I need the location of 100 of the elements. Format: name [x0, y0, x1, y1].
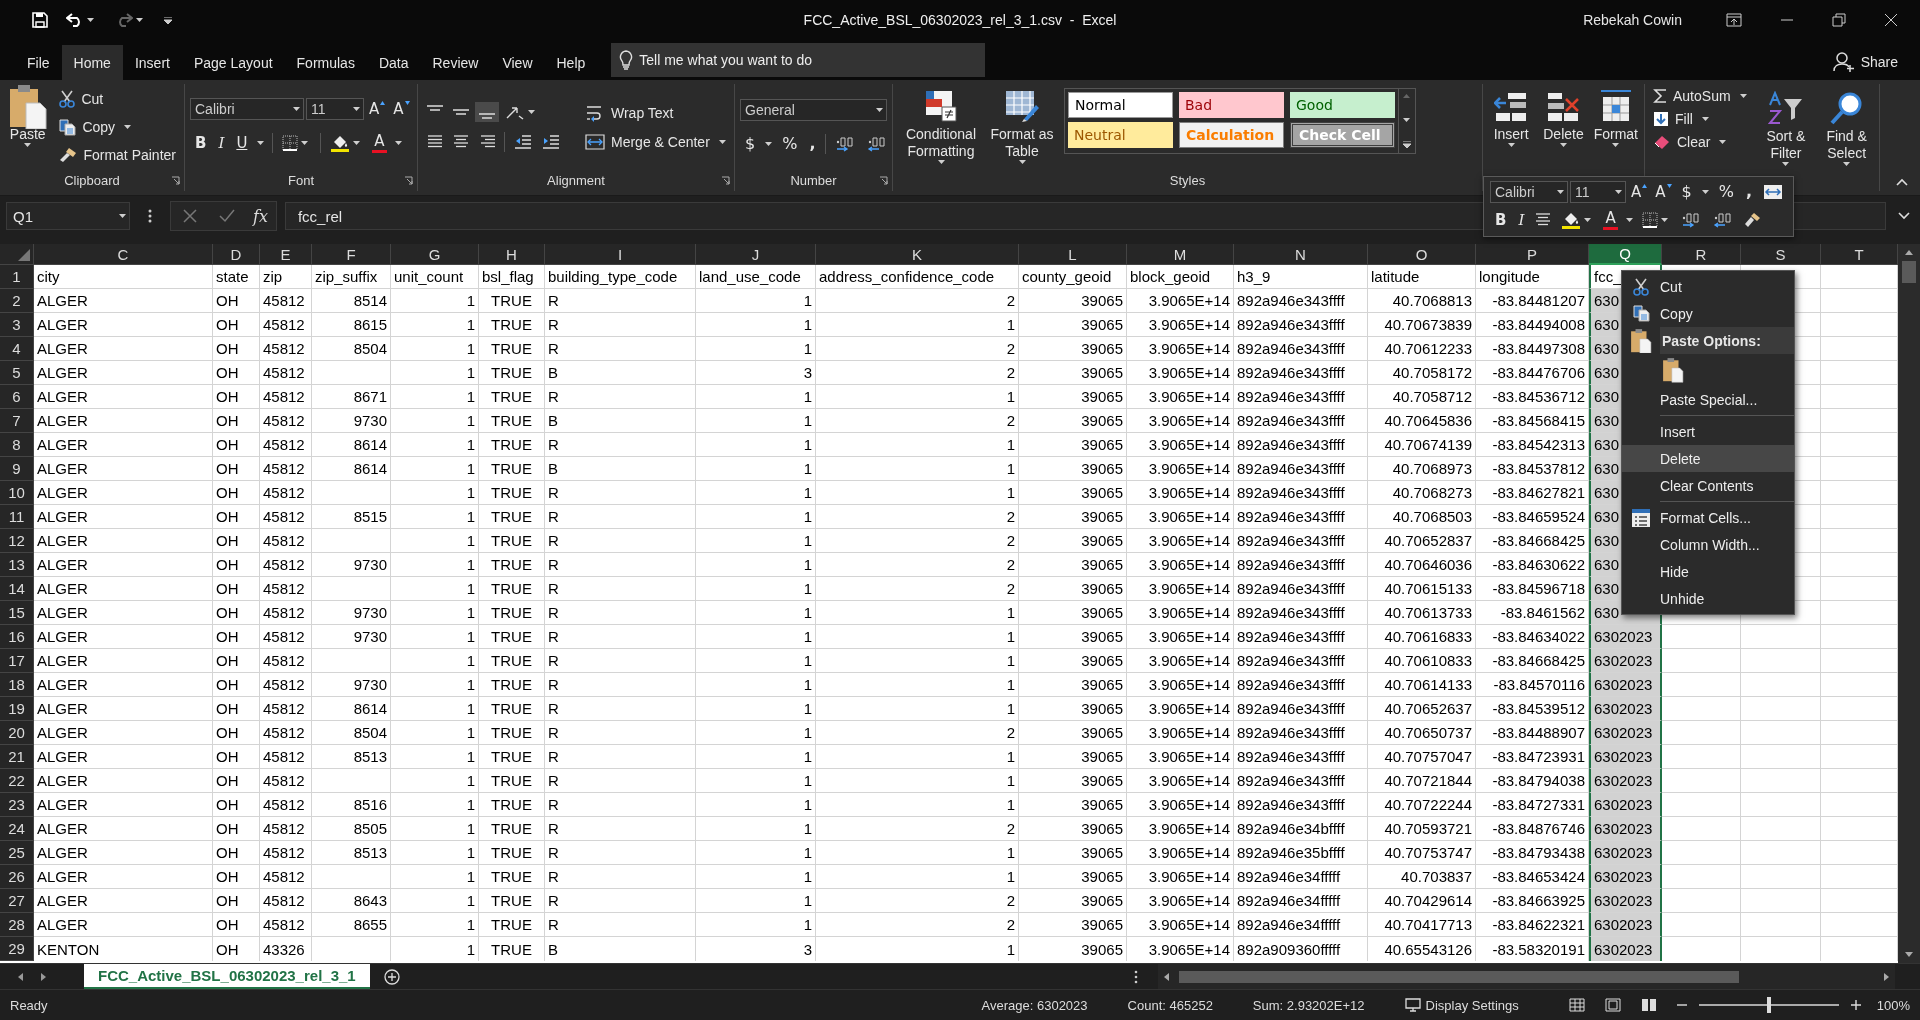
- format-button[interactable]: Format: [1592, 84, 1639, 147]
- column-header[interactable]: K: [816, 244, 1019, 265]
- format-as-table-button[interactable]: Format as Table: [990, 84, 1054, 164]
- sort-filter-button[interactable]: Sort & Filter: [1758, 86, 1814, 166]
- dialog-launcher-icon[interactable]: [879, 176, 888, 185]
- row-header[interactable]: 5: [0, 361, 34, 385]
- row-header[interactable]: 18: [0, 673, 34, 697]
- ribbon-tab[interactable]: Help: [544, 45, 598, 80]
- italic-button[interactable]: I: [1513, 208, 1530, 231]
- bold-button[interactable]: B: [1490, 208, 1512, 231]
- column-header[interactable]: G: [391, 244, 479, 265]
- row-header[interactable]: 3: [0, 313, 34, 337]
- menu-item[interactable]: Hide: [1660, 558, 1794, 585]
- font-size-dropdown[interactable]: 11: [306, 98, 364, 120]
- bold-button[interactable]: B: [190, 131, 212, 154]
- column-header[interactable]: C: [34, 244, 213, 265]
- row-header[interactable]: 21: [0, 745, 34, 769]
- zoom-slider-thumb[interactable]: [1766, 997, 1771, 1013]
- column-header[interactable]: N: [1234, 244, 1368, 265]
- ribbon-tab[interactable]: Review: [420, 45, 491, 80]
- menu-item[interactable]: Insert: [1660, 418, 1794, 445]
- percent-button[interactable]: %: [1713, 181, 1739, 203]
- zoom-level[interactable]: 100%: [1876, 997, 1910, 1013]
- ribbon-tab[interactable]: Home: [61, 45, 123, 80]
- row-header[interactable]: 26: [0, 865, 34, 889]
- display-settings-button[interactable]: Display Settings: [1404, 997, 1519, 1013]
- autosum-button[interactable]: AutoSum: [1650, 86, 1753, 106]
- row-header[interactable]: 23: [0, 793, 34, 817]
- row-header[interactable]: 24: [0, 817, 34, 841]
- ribbon-tab[interactable]: Data: [366, 45, 421, 80]
- row-header[interactable]: 9: [0, 457, 34, 481]
- menu-item[interactable]: Delete: [1622, 445, 1794, 472]
- row-header[interactable]: 25: [0, 841, 34, 865]
- horizontal-scrollbar[interactable]: [1158, 964, 1895, 989]
- column-header[interactable]: E: [260, 244, 312, 265]
- font-name-dropdown[interactable]: Calibri: [1490, 181, 1568, 203]
- row-header[interactable]: 16: [0, 625, 34, 649]
- dialog-launcher-icon[interactable]: [404, 176, 413, 185]
- font-color-button[interactable]: A: [1600, 207, 1621, 232]
- fill-button[interactable]: Fill: [1650, 109, 1753, 129]
- dialog-launcher-icon[interactable]: [171, 176, 180, 185]
- decrease-font-button[interactable]: A: [1652, 181, 1675, 203]
- dialog-launcher-icon[interactable]: [721, 176, 730, 185]
- column-header[interactable]: I: [545, 244, 696, 265]
- menu-item[interactable]: Column Width...: [1660, 531, 1794, 558]
- ribbon-tab[interactable]: Formulas: [284, 45, 367, 80]
- row-header[interactable]: 27: [0, 889, 34, 913]
- scroll-thumb[interactable]: [1902, 261, 1916, 283]
- row-header[interactable]: 28: [0, 913, 34, 937]
- insert-function-button[interactable]: fx: [253, 206, 268, 226]
- font-size-dropdown[interactable]: 11: [1570, 181, 1626, 203]
- copy-button[interactable]: Copy: [56, 117, 179, 138]
- row-header[interactable]: 2: [0, 289, 34, 313]
- clear-button[interactable]: Clear: [1650, 132, 1753, 152]
- row-header[interactable]: 15: [0, 601, 34, 625]
- scroll-thumb[interactable]: [1179, 970, 1739, 983]
- row-header[interactable]: 12: [0, 529, 34, 553]
- ribbon-tab[interactable]: Page Layout: [181, 45, 285, 80]
- column-header[interactable]: T: [1821, 244, 1898, 265]
- merge-center-button[interactable]: Merge & Center: [582, 131, 732, 152]
- menu-item[interactable]: Cut: [1660, 273, 1794, 300]
- italic-button[interactable]: I: [213, 131, 230, 154]
- column-header[interactable]: D: [213, 244, 260, 265]
- search-field[interactable]: Tell me what you want to do: [611, 43, 986, 77]
- cell-style-tile[interactable]: Normal: [1068, 92, 1173, 118]
- row-header[interactable]: 14: [0, 577, 34, 601]
- cell-style-tile[interactable]: Good: [1290, 92, 1395, 118]
- name-box[interactable]: Q1: [6, 202, 130, 230]
- column-header[interactable]: S: [1741, 244, 1821, 265]
- row-header[interactable]: 8: [0, 433, 34, 457]
- find-select-button[interactable]: Find & Select: [1819, 86, 1874, 166]
- row-header[interactable]: 7: [0, 409, 34, 433]
- menu-item[interactable]: Paste Special...: [1660, 386, 1794, 413]
- column-header[interactable]: M: [1127, 244, 1234, 265]
- column-header[interactable]: J: [696, 244, 816, 265]
- column-header[interactable]: O: [1368, 244, 1476, 265]
- cell-style-tile[interactable]: Bad: [1179, 92, 1284, 118]
- ribbon-tab[interactable]: Insert: [122, 45, 182, 80]
- row-header[interactable]: 19: [0, 697, 34, 721]
- percent-button[interactable]: %: [777, 132, 803, 155]
- conditional-formatting-button[interactable]: Conditional Formatting: [898, 84, 984, 164]
- share-button[interactable]: Share: [1832, 44, 1920, 80]
- paste-button[interactable]: Paste: [5, 84, 51, 147]
- menu-item[interactable]: Copy: [1660, 300, 1794, 327]
- vertical-scrollbar[interactable]: [1898, 244, 1920, 963]
- row-header[interactable]: 13: [0, 553, 34, 577]
- column-header[interactable]: F: [312, 244, 391, 265]
- row-header[interactable]: 20: [0, 721, 34, 745]
- number-format-dropdown[interactable]: General: [740, 98, 887, 121]
- align-bottom-button[interactable]: [475, 101, 499, 122]
- sheet-tab[interactable]: FCC_Active_BSL_06302023_rel_3_1: [84, 964, 370, 989]
- row-header[interactable]: 10: [0, 481, 34, 505]
- currency-button[interactable]: $: [1676, 181, 1697, 203]
- menu-item[interactable]: Unhide: [1660, 585, 1794, 612]
- increase-font-button[interactable]: A: [1628, 181, 1651, 203]
- cell-style-tile[interactable]: Neutral: [1068, 122, 1173, 148]
- column-header[interactable]: P: [1476, 244, 1589, 265]
- row-header[interactable]: 6: [0, 385, 34, 409]
- font-name-dropdown[interactable]: Calibri: [190, 98, 304, 120]
- column-header[interactable]: Q: [1589, 244, 1662, 265]
